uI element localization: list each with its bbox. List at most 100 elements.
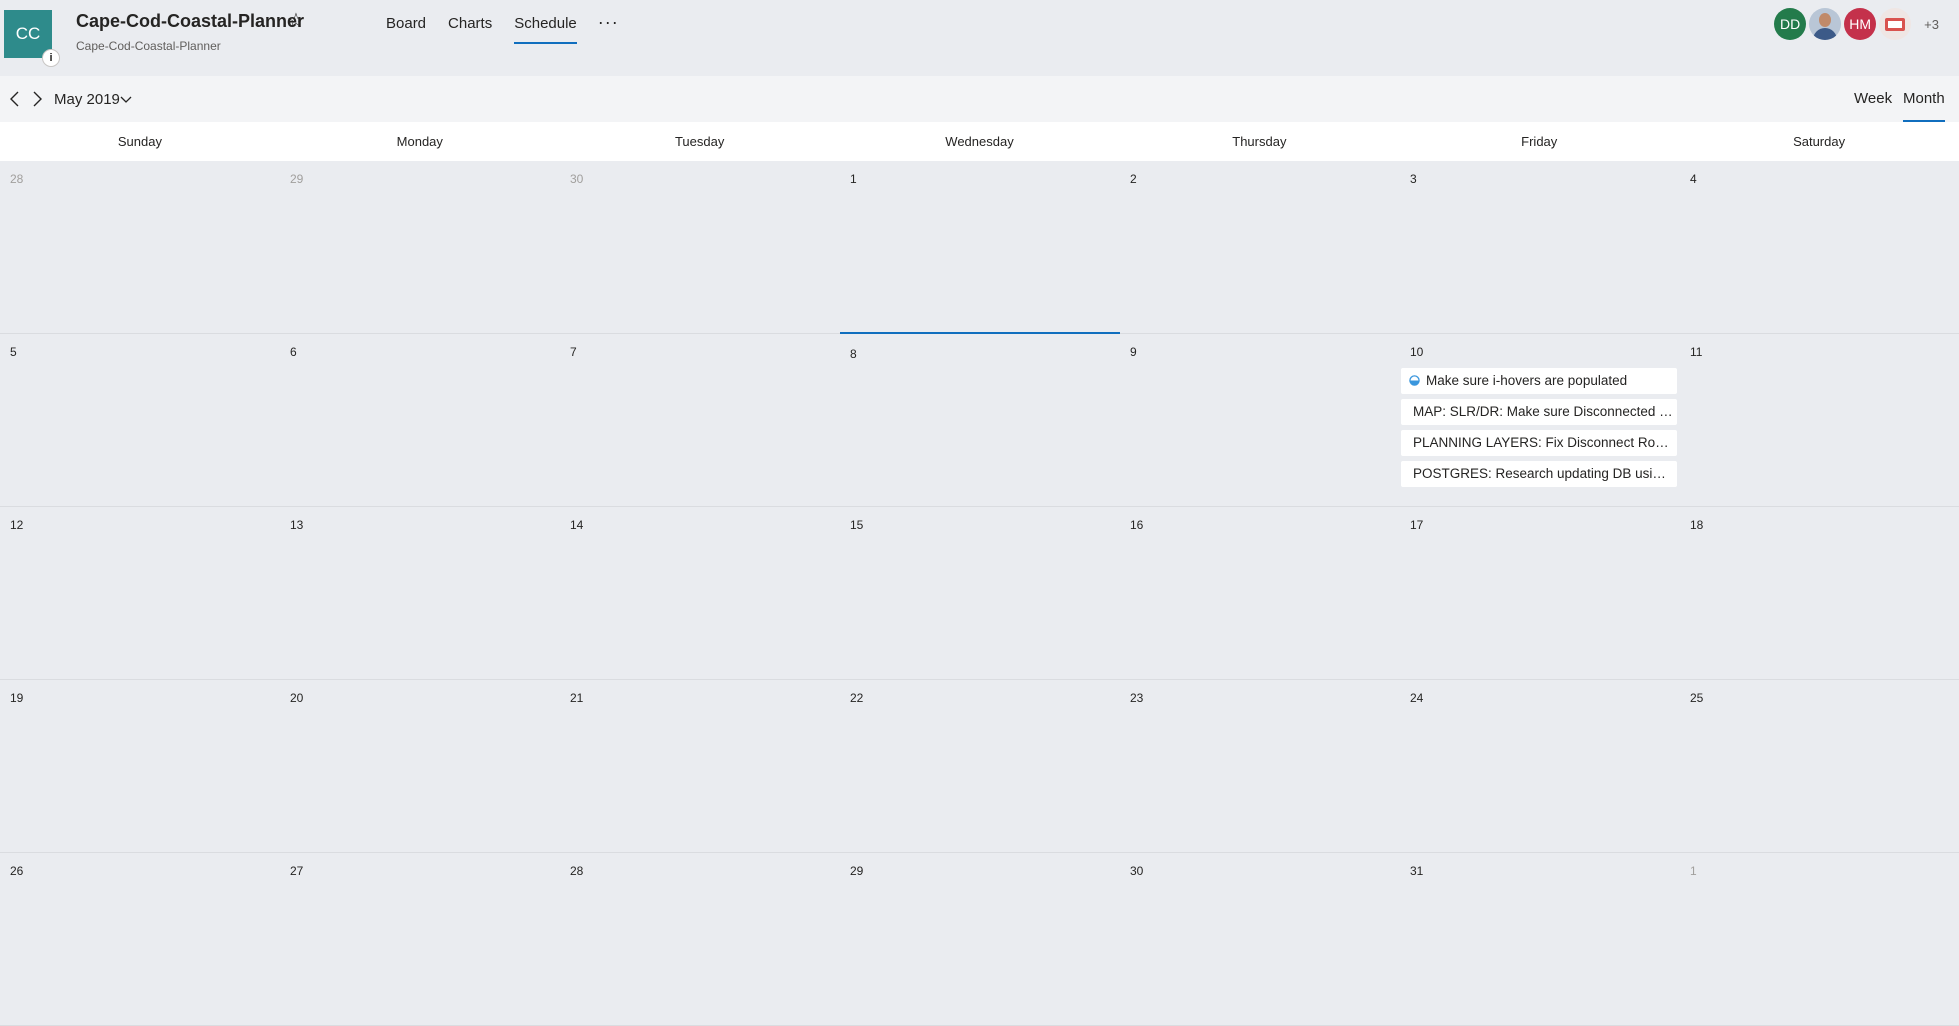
plan-title[interactable]: Cape-Cod-Coastal-Planner	[76, 11, 304, 32]
day-cell[interactable]: 18	[1680, 507, 1959, 679]
day-cell[interactable]: 17	[1400, 507, 1680, 679]
day-cell[interactable]: 9	[1120, 334, 1400, 506]
day-number: 25	[1690, 691, 1704, 705]
half-circle-progress-icon	[1409, 375, 1420, 386]
chevron-down-icon[interactable]	[119, 93, 133, 107]
day-number: 28	[10, 172, 24, 186]
day-cell[interactable]: 30	[1120, 853, 1400, 1025]
day-cell[interactable]: 8	[840, 332, 1120, 506]
task-card[interactable]: Make sure i-hovers are populated	[1401, 368, 1677, 394]
week-row: 12 13 14 15 16 17 18	[0, 507, 1959, 680]
day-cell[interactable]: 29	[840, 853, 1120, 1025]
avatar[interactable]: DD	[1774, 8, 1807, 40]
day-cell[interactable]: 22	[840, 680, 1120, 852]
day-number: 15	[850, 518, 864, 532]
weekday-header-row: Sunday Monday Tuesday Wednesday Thursday Frid…	[0, 122, 1959, 161]
star-icon[interactable]: ☆	[287, 9, 305, 33]
day-cell[interactable]: 16	[1120, 507, 1400, 679]
day-number: 17	[1410, 518, 1424, 532]
day-number: 27	[290, 864, 304, 878]
day-cell[interactable]: 28	[560, 853, 840, 1025]
avatar-initials: HM	[1849, 16, 1872, 32]
weekday-header-sunday: Sunday	[117, 134, 162, 149]
plan-tabs: Board Charts Schedule ···	[375, 0, 629, 46]
members-list: DD HM +3	[1774, 0, 1959, 48]
tab-schedule[interactable]: Schedule	[503, 0, 588, 46]
task-card[interactable]: MAP: SLR/DR: Make sure Disconnected R...	[1401, 399, 1677, 425]
tab-week[interactable]: Week	[1854, 90, 1892, 107]
day-number: 14	[570, 518, 584, 532]
day-cell[interactable]: 1	[1680, 853, 1959, 1025]
day-number: 31	[1410, 864, 1424, 878]
day-cell[interactable]: 1	[840, 161, 1120, 333]
chevron-right-icon[interactable]	[28, 89, 46, 109]
day-cell[interactable]: 6	[280, 334, 560, 506]
month-label[interactable]: May 2019	[54, 91, 120, 108]
task-list: Make sure i-hovers are populated MAP: SL…	[1401, 368, 1677, 492]
info-icon[interactable]: i	[42, 49, 60, 67]
day-cell[interactable]: 5	[0, 334, 280, 506]
task-card[interactable]: PLANNING LAYERS: Fix Disconnect Road...	[1401, 430, 1677, 456]
day-number: 5	[10, 345, 17, 359]
day-cell[interactable]: 4	[1680, 161, 1959, 333]
day-number: 24	[1410, 691, 1424, 705]
day-cell[interactable]: 25	[1680, 680, 1959, 852]
calendar-toolbar: May 2019 Week Month	[0, 76, 1959, 122]
avatar[interactable]	[1809, 8, 1842, 40]
task-title: Make sure i-hovers are populated	[1426, 373, 1628, 388]
day-number: 13	[290, 518, 304, 532]
day-cell[interactable]: 14	[560, 507, 840, 679]
day-number: 22	[850, 691, 864, 705]
weekday-header-tuesday: Tuesday	[674, 134, 725, 149]
avatar[interactable]	[1879, 8, 1912, 40]
week-row: 26 27 28 29 30 31 1	[0, 853, 1959, 1026]
day-cell[interactable]: 29	[280, 161, 560, 333]
day-number: 7	[570, 345, 577, 359]
chevron-left-icon[interactable]	[6, 89, 24, 109]
more-options-icon[interactable]: ···	[588, 0, 629, 46]
day-number: 23	[1130, 691, 1144, 705]
day-number: 1	[1690, 864, 1697, 878]
day-number: 18	[1690, 518, 1704, 532]
day-cell[interactable]: 26	[0, 853, 280, 1025]
day-cell[interactable]: 20	[280, 680, 560, 852]
day-cell[interactable]: 24	[1400, 680, 1680, 852]
day-number: 16	[1130, 518, 1144, 532]
day-number: 11	[1690, 345, 1703, 359]
day-cell[interactable]: 15	[840, 507, 1120, 679]
day-number: 9	[1130, 345, 1137, 359]
day-cell[interactable]: 11	[1680, 334, 1959, 506]
day-number: 6	[290, 345, 297, 359]
day-number: 29	[850, 864, 864, 878]
day-cell[interactable]: 31	[1400, 853, 1680, 1025]
day-cell[interactable]: 2	[1120, 161, 1400, 333]
day-cell[interactable]: 19	[0, 680, 280, 852]
day-cell[interactable]: 12	[0, 507, 280, 679]
day-cell[interactable]: 13	[280, 507, 560, 679]
plan-initials: CC	[15, 24, 41, 43]
day-number: 29	[290, 172, 304, 186]
task-title: PLANNING LAYERS: Fix Disconnect Road...	[1413, 435, 1677, 450]
day-cell[interactable]: 30	[560, 161, 840, 333]
tab-month[interactable]: Month	[1903, 90, 1945, 122]
day-number: 20	[290, 691, 304, 705]
month-grid: 28 29 30 1 2 3 4 5 6 7 8 9 10 11 12 13 14 15 16 17 18 19 20 21 2…	[0, 161, 1959, 1026]
day-cell[interactable]: 21	[560, 680, 840, 852]
task-title: POSTGRES: Research updating DB using ...	[1413, 466, 1677, 481]
tab-board[interactable]: Board	[375, 0, 437, 46]
day-cell[interactable]: 3	[1400, 161, 1680, 333]
day-cell[interactable]: 7	[560, 334, 840, 506]
day-number: 4	[1690, 172, 1697, 186]
more-members-button[interactable]: +3	[1924, 17, 1939, 32]
avatar[interactable]: HM	[1844, 8, 1877, 40]
day-number: 19	[10, 691, 24, 705]
tab-charts[interactable]: Charts	[437, 0, 503, 46]
day-number: 30	[1130, 864, 1144, 878]
task-card[interactable]: POSTGRES: Research updating DB using ...	[1401, 461, 1677, 487]
day-cell[interactable]: 23	[1120, 680, 1400, 852]
weekday-header-monday: Monday	[396, 134, 443, 149]
plan-header: CC i Cape-Cod-Coastal-Planner ☆ Cape-Cod…	[0, 0, 1959, 76]
day-number: 10	[1410, 345, 1424, 359]
day-cell[interactable]: 28	[0, 161, 280, 333]
day-cell[interactable]: 27	[280, 853, 560, 1025]
